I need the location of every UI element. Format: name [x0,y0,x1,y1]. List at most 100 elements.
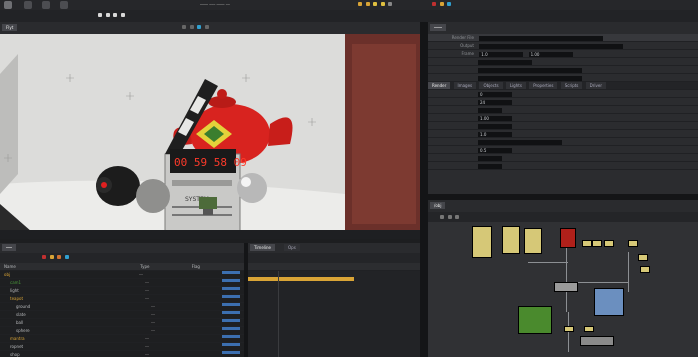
timeline-tab-1[interactable]: Ops [284,244,300,251]
tree-row[interactable]: shop ⎯⎯ [0,351,244,357]
tree-row[interactable]: obj ⎯⎯ [0,271,244,279]
param-subtab-2[interactable]: Objects [479,82,503,89]
network-node-green[interactable] [518,306,552,334]
param-field-1[interactable] [479,43,624,49]
camera-icon[interactable] [388,1,393,6]
tree-row[interactable]: cam1 ⎯⎯ [0,279,244,287]
timeline-selection-bar[interactable] [248,277,354,281]
box-tool-icon[interactable] [105,12,110,17]
network-node[interactable] [638,254,648,261]
network-node[interactable] [524,228,542,254]
record-icon[interactable] [432,1,436,6]
network-node[interactable] [592,240,602,247]
param-field-9[interactable] [478,107,502,113]
tree-row[interactable]: ball ⎯⎯ [0,319,244,327]
file-icon[interactable] [24,1,32,9]
tree-row[interactable]: sphere ⎯⎯ [0,327,244,335]
network-node[interactable] [472,226,492,258]
tree-row[interactable]: slate ⎯⎯ [0,311,244,319]
pin-icon[interactable] [64,254,69,259]
network-node-selected[interactable] [560,228,576,248]
key-icon[interactable] [439,1,444,6]
network-tab[interactable]: /obj [430,202,446,209]
network-node[interactable] [502,226,520,254]
camera-view-icon[interactable] [204,24,209,29]
param-field-7[interactable]: 0 [478,91,512,97]
param-subtab-4[interactable]: Properties [529,82,558,89]
render-icon[interactable] [60,1,68,9]
visibility-flags[interactable] [222,271,240,357]
select-tool-icon[interactable] [182,24,186,29]
filter-icon[interactable] [42,254,46,259]
timeline-toolbar [248,253,420,263]
network-node-merge[interactable] [554,282,578,292]
viewport-tab[interactable]: Flyt [2,24,18,31]
tree-row-label: sphere [16,328,30,333]
param-field-11[interactable] [478,123,512,129]
torus-tool-icon[interactable] [120,12,125,17]
wire [528,262,568,263]
clock-icon[interactable] [358,1,362,6]
tree-row[interactable]: mantra ⎯⎯ [0,335,244,343]
tree-row[interactable]: teapot ⎯⎯ [0,295,244,303]
network-node-output[interactable] [580,336,614,346]
network-node[interactable] [628,240,638,247]
sphere-tool-icon[interactable] [98,12,102,17]
network-node[interactable] [640,266,650,273]
network-canvas[interactable] [428,222,698,357]
tree-tab[interactable]: ⎯⎯⎯ [2,244,16,251]
tree-row[interactable]: ground ⎯⎯ [0,303,244,311]
tree-row[interactable]: light ⎯⎯ [0,287,244,295]
bulb-icon[interactable] [380,1,385,6]
param-tab[interactable]: ⎯⎯⎯⎯ [430,24,446,31]
param-field-0[interactable] [479,35,604,41]
param-subtab-1[interactable]: Images [453,82,477,89]
layout-icon[interactable] [447,214,452,219]
param-field-10[interactable]: 1.00 [478,115,512,121]
param-field-12[interactable]: 1.0 [478,131,512,137]
tube-tool-icon[interactable] [113,12,118,17]
shape-icon[interactable] [57,254,62,259]
param-field-8[interactable]: 24 [478,99,512,105]
grid-icon[interactable] [455,214,460,219]
timeline-column-header [248,263,420,271]
info-icon[interactable] [447,1,452,6]
tree-row-label: ground [16,304,31,309]
param-field-6[interactable] [478,75,582,81]
param-field-14[interactable]: 0.5 [478,147,512,153]
param-row-15 [428,162,698,170]
param-field-15[interactable] [478,155,502,161]
param-panel: Render File Output Frame 1.0 1.00 Render… [428,34,698,194]
network-node-blue[interactable] [594,288,624,316]
home-icon[interactable] [440,214,444,219]
menu-icon[interactable] [4,1,12,9]
param-field-4[interactable] [478,59,532,65]
timeline-tab-0[interactable]: Timeline [250,244,276,251]
param-field-13[interactable] [478,139,562,145]
tree-row[interactable]: ropnet ⎯⎯ [0,343,244,351]
param-field-3[interactable]: 1.00 [528,51,573,57]
param-field-2[interactable]: 1.0 [479,51,524,57]
param-subtab-5[interactable]: Scripts [560,82,583,89]
view-tool-icon[interactable] [197,24,202,29]
light-icon[interactable] [373,1,378,6]
star-icon[interactable] [49,254,54,259]
move-tool-icon[interactable] [189,24,194,29]
param-row-3 [428,58,698,66]
gear-icon[interactable] [365,1,370,6]
edit-icon[interactable] [42,1,50,9]
network-node[interactable] [584,326,594,332]
param-subtab-3[interactable]: Lights [505,82,526,89]
param-field-5[interactable] [478,67,582,73]
param-subtab-0[interactable]: Render [428,82,451,89]
shelf-icons [96,12,125,18]
network-node[interactable] [564,326,574,332]
timeline-divider [278,271,279,357]
vertical-splitter[interactable] [420,22,428,357]
network-node[interactable] [582,240,592,247]
tree-row-type: ⎯⎯ [151,312,155,317]
param-field-16[interactable] [478,163,502,169]
network-node[interactable] [604,240,614,247]
viewport-canvas[interactable]: 00 59 58 09 SYSTEM [0,34,420,239]
param-subtab-6[interactable]: Driver [585,82,606,89]
